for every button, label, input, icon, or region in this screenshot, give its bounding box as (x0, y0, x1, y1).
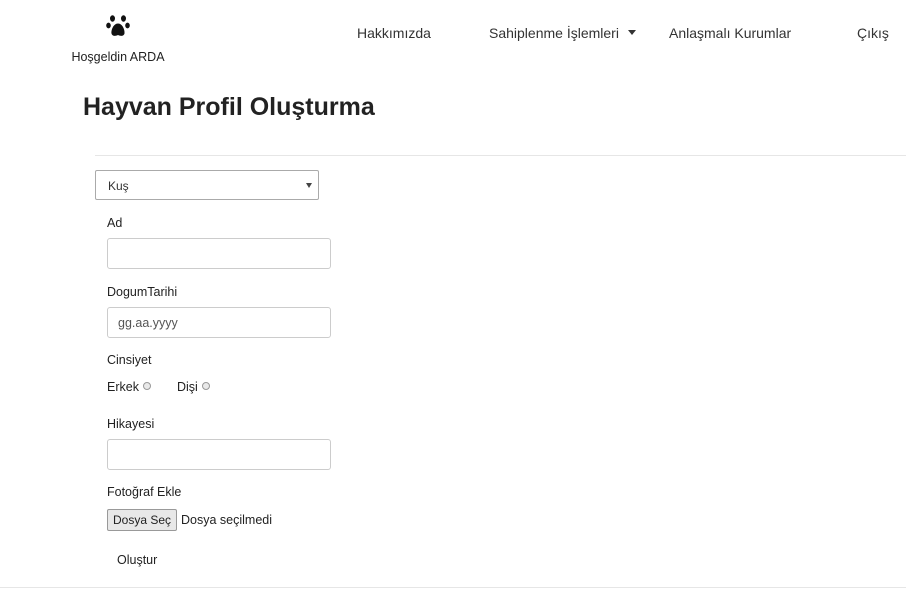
story-label: Hikayesi (107, 417, 155, 431)
paw-icon (106, 15, 130, 36)
gender-female-label: Dişi (177, 380, 198, 394)
nav-adoption-label: Sahiplenme İşlemleri (489, 25, 619, 41)
birth-date-label: DogumTarihi (107, 285, 178, 299)
gender-male-label: Erkek (107, 380, 139, 394)
page-title: Hayvan Profil Oluşturma (83, 93, 375, 121)
divider (95, 155, 906, 156)
photo-label: Fotoğraf Ekle (107, 485, 182, 499)
story-input[interactable] (107, 439, 331, 470)
animal-type-selected: Kuş (108, 179, 129, 193)
create-button[interactable]: Oluştur (117, 553, 157, 567)
name-label: Ad (107, 216, 123, 230)
nav-adoption-dropdown[interactable]: Sahiplenme İşlemleri (489, 25, 636, 41)
gender-female-radio[interactable] (201, 382, 210, 390)
choose-file-button[interactable]: Dosya Seç (107, 509, 177, 531)
welcome-text: Hoşgeldin ARDA (71, 50, 165, 64)
nav-about[interactable]: Hakkımızda (357, 25, 431, 41)
gender-option-female[interactable]: Dişi (177, 380, 210, 394)
brand[interactable]: Hoşgeldin ARDA (60, 14, 176, 64)
name-input[interactable] (107, 238, 331, 269)
file-status: Dosya seçilmedi (181, 513, 273, 527)
gender-option-male[interactable]: Erkek (107, 380, 151, 394)
animal-type-select[interactable]: Kuş (95, 170, 319, 200)
gender-male-radio[interactable] (142, 382, 151, 390)
caret-down-icon (627, 30, 636, 35)
birth-date-input[interactable]: gg.aa.yyyy (107, 307, 331, 338)
nav-logout[interactable]: Çıkış (857, 25, 889, 41)
navbar: Hoşgeldin ARDA Hakkımızda Sahiplenme İşl… (0, 0, 906, 80)
footer-divider (0, 587, 906, 588)
nav-partners[interactable]: Anlaşmalı Kurumlar (669, 25, 791, 41)
select-arrow-icon (306, 183, 312, 188)
gender-label: Cinsiyet (107, 353, 152, 367)
